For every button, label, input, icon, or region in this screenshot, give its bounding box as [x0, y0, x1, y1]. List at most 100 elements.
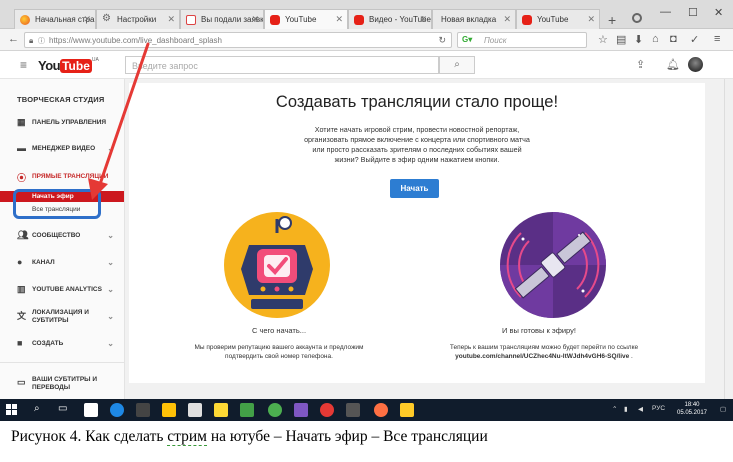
hamburger-menu-icon[interactable]: ≡: [20, 58, 27, 72]
sidebar-item-localization[interactable]: 文 ЛОКАЛИЗАЦИЯ И СУБТИТРЫ ⌄: [0, 307, 124, 329]
creator-studio-sidebar: ТВОРЧЕСКАЯ СТУДИЯ ▦ ПАНЕЛЬ УПРАВЛЕНИЯ ▬ …: [0, 79, 125, 399]
sidebar-item-label: ЛОКАЛИЗАЦИЯ И: [32, 309, 89, 316]
home-icon[interactable]: ⌂: [652, 33, 659, 45]
tab-settings[interactable]: ⚙ Настройки ✕: [96, 9, 180, 29]
tab-start-page[interactable]: Начальная стран ✕: [14, 9, 96, 29]
opera-icon[interactable]: [320, 403, 334, 417]
sync-icon[interactable]: [632, 13, 642, 23]
clipboard-icon[interactable]: ▤: [616, 33, 626, 46]
notifications-icon[interactable]: ▢: [720, 405, 726, 413]
amazon-icon[interactable]: [162, 403, 176, 417]
bookmark-star-icon[interactable]: ☆: [598, 33, 608, 46]
sidebar-item-your-subtitles[interactable]: ▭ ВАШИ СУБТИТРЫ И ПЕРЕВОДЫ: [0, 374, 124, 396]
gmail-icon: [186, 15, 196, 25]
right-description: Теперь к вашим трансляциям можно будет п…: [429, 343, 659, 361]
chevron-down-icon: ⌄: [107, 231, 114, 240]
intro-text: Хотите начать игровой стрим, провести но…: [277, 125, 557, 165]
bell-icon[interactable]: 🔔︎: [666, 58, 680, 71]
tool-icon[interactable]: [346, 403, 360, 417]
video-manager-icon: ▬: [17, 143, 26, 153]
tab-youtube-2[interactable]: YouTube ✕: [516, 9, 600, 29]
file-icon[interactable]: [188, 403, 202, 417]
sidebar-item-channel[interactable]: ● КАНАЛ ⌄: [0, 255, 124, 271]
avatar[interactable]: [688, 57, 703, 72]
network-icon[interactable]: ▮: [624, 405, 628, 413]
close-tab-icon[interactable]: ✕: [419, 14, 427, 25]
app-icon[interactable]: [294, 403, 308, 417]
chevron-down-icon: ⌄: [107, 258, 114, 267]
address-bar[interactable]: ⓘ 🔒︎ https://www.youtube.com/live_dashbo…: [24, 32, 452, 48]
pocket-icon[interactable]: ◘: [670, 33, 677, 45]
tray-arrow-icon[interactable]: ⌃: [612, 405, 617, 413]
tab-youtube-active[interactable]: YouTube ✕: [264, 9, 348, 29]
chevron-down-icon: ⌄: [107, 339, 114, 348]
chevron-down-icon: ⌄: [107, 285, 114, 294]
volume-icon[interactable]: ◀: [638, 405, 643, 413]
tab-youtube-video[interactable]: Видео - YouTube ✕: [348, 9, 432, 29]
minimize-icon[interactable]: —: [660, 6, 671, 18]
search-placeholder: Поиск: [484, 36, 507, 45]
windows-start-icon[interactable]: [6, 404, 18, 416]
sidebar-item-label: ПРЯМЫЕ ТРАНСЛЯЦИИ: [32, 173, 109, 180]
tab-new-tab[interactable]: Новая вкладка ✕: [432, 9, 516, 29]
menu-icon[interactable]: ≡: [714, 33, 720, 45]
task-view-icon[interactable]: ▭: [58, 403, 67, 414]
sidebar-item-video-manager[interactable]: ▬ МЕНЕДЖЕР ВИДЕО ⌄: [0, 141, 124, 157]
chrome-icon[interactable]: [268, 403, 282, 417]
sidebar-item-create[interactable]: ■ СОЗДАТЬ ⌄: [0, 336, 124, 352]
close-tab-icon[interactable]: ✕: [167, 14, 175, 25]
tab-label: YouTube: [285, 15, 317, 24]
logo-you: You: [38, 58, 61, 73]
info-icon[interactable]: ⓘ: [38, 36, 45, 46]
browser-search-input[interactable]: G▾ Поиск: [457, 32, 587, 48]
translate-icon: 文: [17, 311, 27, 321]
robot-illustration: [224, 212, 330, 318]
search-icon[interactable]: ⌕: [34, 403, 40, 414]
upload-icon[interactable]: ⇪: [636, 58, 645, 71]
close-tab-icon[interactable]: ✕: [503, 14, 511, 25]
caption-part: Рисунок 4. Как сделать: [11, 428, 168, 445]
close-tab-icon[interactable]: ✕: [251, 14, 259, 25]
sidebar-item-analytics[interactable]: ▥ YOUTUBE ANALYTICS ⌄: [0, 282, 124, 298]
sidebar-item-community[interactable]: 👥︎ СООБЩЕСТВО ⌄: [0, 228, 124, 244]
lock-icon: 🔒︎: [29, 36, 34, 45]
taskbar-clock[interactable]: 18:40 05.05.2017: [670, 401, 714, 417]
youtube-logo[interactable]: You Tube UA: [38, 57, 99, 73]
sidebar-item-dashboard[interactable]: ▦ ПАНЕЛЬ УПРАВЛЕНИЯ: [0, 115, 124, 131]
right-caption: И вы готовы к эфиру!: [502, 326, 576, 335]
reload-icon[interactable]: ↻: [438, 35, 446, 46]
start-button[interactable]: Начать: [390, 179, 439, 198]
back-arrow-icon[interactable]: ←: [8, 33, 19, 45]
tab-gmail[interactable]: Вы подали заявк ✕: [180, 9, 264, 29]
page-title: Создавать трансляции стало проще!: [275, 93, 559, 111]
close-window-icon[interactable]: ✕: [714, 6, 723, 19]
intro-line: жизни? Выйдите в эфир одним нажатием кно…: [334, 155, 500, 164]
dashboard-icon: ▦: [17, 117, 26, 127]
store-icon[interactable]: [136, 403, 150, 417]
download-icon[interactable]: ⬇: [634, 33, 643, 46]
channel-live-link[interactable]: youtube.com/channel/UCZhec4Nu-ltWJdh4vGH…: [455, 353, 629, 360]
firefox-taskbar-icon[interactable]: [374, 403, 388, 417]
sidebar-item-label: СООБЩЕСТВО: [32, 232, 81, 239]
extension-icon[interactable]: ✓: [690, 33, 699, 46]
close-tab-icon[interactable]: ✕: [335, 14, 343, 25]
search-engine-icon[interactable]: G▾: [462, 35, 472, 44]
edge-icon[interactable]: [110, 403, 124, 417]
language-indicator[interactable]: РУС: [652, 405, 665, 412]
yandex-icon[interactable]: [84, 403, 98, 417]
close-tab-icon[interactable]: ✕: [83, 14, 91, 25]
chevron-down-icon: ⌄: [107, 312, 114, 321]
logo-region: UA: [91, 57, 99, 63]
sidebar-item-label: МЕНЕДЖЕР ВИДЕО: [32, 145, 96, 152]
explorer-icon[interactable]: [400, 403, 414, 417]
photos-icon[interactable]: [240, 403, 254, 417]
page-scrollbar[interactable]: [724, 79, 733, 399]
left-description: Мы проверим репутацию вашего аккаунта и …: [169, 343, 389, 361]
folder-icon[interactable]: [214, 403, 228, 417]
close-tab-icon[interactable]: ✕: [587, 14, 595, 25]
youtube-search-input[interactable]: Введите запрос: [125, 56, 439, 74]
maximize-icon[interactable]: ☐: [688, 6, 698, 19]
sidebar-item-live-streaming[interactable]: ⦿ ПРЯМЫЕ ТРАНСЛЯЦИИ: [0, 169, 124, 185]
search-button[interactable]: ⌕: [439, 56, 475, 74]
new-tab-plus-icon[interactable]: +: [608, 12, 616, 28]
